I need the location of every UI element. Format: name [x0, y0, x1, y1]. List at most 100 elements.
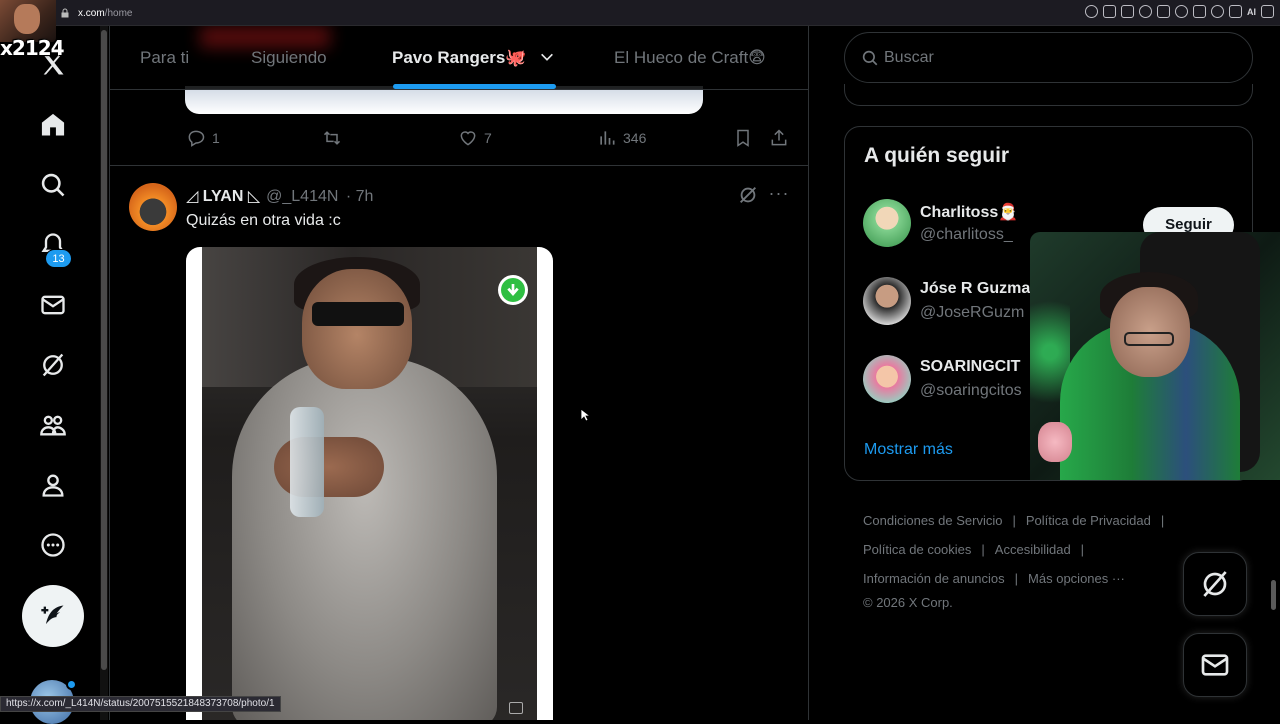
heart-icon[interactable]	[1175, 5, 1188, 18]
show-more-link[interactable]: Mostrar más	[864, 441, 953, 459]
avatar[interactable]	[863, 199, 911, 247]
messages-float-button[interactable]	[1183, 633, 1247, 697]
notifications-badge: 13	[45, 249, 72, 268]
previous-tweet-actions: 1 7 346	[186, 128, 798, 154]
tab-pavo-rangers-label: Pavo Rangers🐙	[392, 48, 527, 67]
suggestion-handle[interactable]: @JoseRGuzm	[920, 304, 1024, 322]
avatar[interactable]	[863, 355, 911, 403]
like-count: 7	[484, 130, 492, 146]
tweet-author-avatar[interactable]	[129, 183, 177, 231]
zoom-icon[interactable]	[1085, 5, 1098, 18]
search-icon[interactable]	[36, 168, 70, 202]
search-icon	[862, 50, 878, 66]
view-count: 346	[623, 130, 647, 146]
reply-count: 1	[212, 130, 220, 146]
streamer-webcam-overlay	[1030, 232, 1280, 480]
divider	[110, 165, 808, 166]
scrollbar-thumb[interactable]	[101, 30, 107, 670]
tab-el-hueco-de-craft[interactable]: El Hueco de Craft😨	[614, 48, 766, 68]
play-icon[interactable]	[1157, 5, 1170, 18]
extension-icon[interactable]	[1103, 5, 1116, 18]
repost-icon	[323, 131, 341, 145]
suggestion-name[interactable]: Charlitoss🎅	[920, 202, 1018, 222]
stream-tag: x2124	[0, 36, 65, 60]
previous-card-bottom	[844, 84, 1253, 106]
ai-button[interactable]: AI	[1247, 7, 1256, 17]
grok-icon[interactable]	[737, 184, 759, 206]
who-to-follow-title: A quién seguir	[864, 144, 1010, 167]
photo-image	[202, 247, 537, 720]
tweet-time[interactable]: · 7h	[346, 188, 374, 205]
copyright: © 2026 X Corp.	[863, 595, 953, 610]
cookies-link[interactable]: Política de cookies	[863, 542, 971, 557]
more-icon[interactable]: ···	[767, 184, 791, 206]
link-status-url: https://x.com/_L414N/status/200751552184…	[0, 696, 281, 712]
search-placeholder: Buscar	[884, 49, 934, 66]
suggestion-handle[interactable]: @soaringcitos	[920, 382, 1022, 400]
heart-outline-icon	[460, 131, 476, 146]
download-arrow-icon	[507, 284, 519, 297]
status-dot	[66, 679, 77, 690]
suggestion-name[interactable]: SOARINGCIT	[920, 358, 1020, 376]
timeline-tabs: Para ti Siguiendo Pavo Rangers🐙 El Hueco…	[110, 26, 808, 90]
mouse-cursor-icon	[580, 408, 590, 422]
terms-link[interactable]: Condiciones de Servicio	[863, 513, 1002, 528]
compose-post-button[interactable]	[22, 585, 84, 647]
tab-pavo-rangers[interactable]: Pavo Rangers🐙	[392, 48, 555, 68]
avatar[interactable]	[863, 277, 911, 325]
active-tab-indicator	[393, 84, 556, 89]
grok-float-button[interactable]	[1183, 552, 1247, 616]
address-bar[interactable]: x.com/home	[60, 4, 132, 22]
previous-tweet-media[interactable]	[185, 86, 703, 114]
communities-icon[interactable]	[36, 408, 70, 442]
browser-extension-icons: AI	[1085, 5, 1274, 18]
home-icon[interactable]	[36, 108, 70, 142]
grok-icon	[1203, 571, 1227, 597]
ads-info-link[interactable]: Información de anuncios	[863, 571, 1005, 586]
browser-toolbar: x.com/home AI	[0, 0, 1280, 26]
tweet-author-name[interactable]: ◿ LYAN ◺	[186, 188, 260, 205]
share-button[interactable]	[769, 128, 789, 148]
lock-icon	[61, 8, 69, 18]
url-host: x.com	[78, 7, 105, 19]
bookmark-icon	[737, 129, 749, 147]
media-icon	[509, 702, 523, 714]
suggestion-name[interactable]: Jóse R Guzma	[920, 280, 1030, 298]
repost-button[interactable]	[322, 128, 342, 148]
grok-icon[interactable]	[36, 348, 70, 382]
search-input[interactable]: Buscar	[844, 32, 1253, 83]
url-path: /home	[104, 7, 133, 19]
chevron-down-icon	[541, 53, 554, 61]
tweet-header: ◿ LYAN ◺ @_L414N · 7h	[186, 186, 373, 206]
accessibility-link[interactable]: Accesibilidad	[995, 542, 1071, 557]
bookmark-icon[interactable]	[1121, 5, 1134, 18]
timeline-feed: Para ti Siguiendo Pavo Rangers🐙 El Hueco…	[109, 26, 809, 720]
views-button[interactable]: 346	[597, 128, 646, 148]
puzzle-icon[interactable]	[1193, 5, 1206, 18]
like-button[interactable]: 7	[458, 128, 492, 148]
mail-icon[interactable]	[36, 288, 70, 322]
download-badge[interactable]	[498, 275, 528, 305]
tab-for-you[interactable]: Para ti	[140, 48, 189, 68]
more-options-icon[interactable]	[36, 528, 70, 562]
reply-icon	[188, 130, 205, 147]
menu-icon[interactable]	[1261, 5, 1274, 18]
bookmark-button[interactable]	[733, 128, 753, 148]
download-icon[interactable]	[1229, 5, 1242, 18]
tweet-photo[interactable]	[186, 247, 553, 720]
blurred-overlay	[200, 26, 330, 48]
tab-following[interactable]: Siguiendo	[251, 48, 327, 68]
suggestion-handle[interactable]: @charlitoss_	[920, 226, 1013, 244]
feather-plus-icon	[41, 605, 64, 625]
privacy-link[interactable]: Política de Privacidad	[1026, 513, 1151, 528]
page-scrollbar-thumb[interactable]	[1271, 580, 1276, 610]
tweet-text: Quizás en otra vida :c	[186, 212, 341, 229]
reply-button[interactable]: 1	[186, 128, 220, 148]
account-icon[interactable]	[1211, 5, 1224, 18]
share-icon	[771, 129, 787, 146]
more-options-link[interactable]: Más opciones ···	[1028, 571, 1125, 586]
tweet-author-handle[interactable]: @_L414N	[266, 188, 338, 205]
shield-icon[interactable]	[1139, 5, 1152, 18]
analytics-icon	[600, 131, 615, 145]
profile-icon[interactable]	[36, 468, 70, 502]
